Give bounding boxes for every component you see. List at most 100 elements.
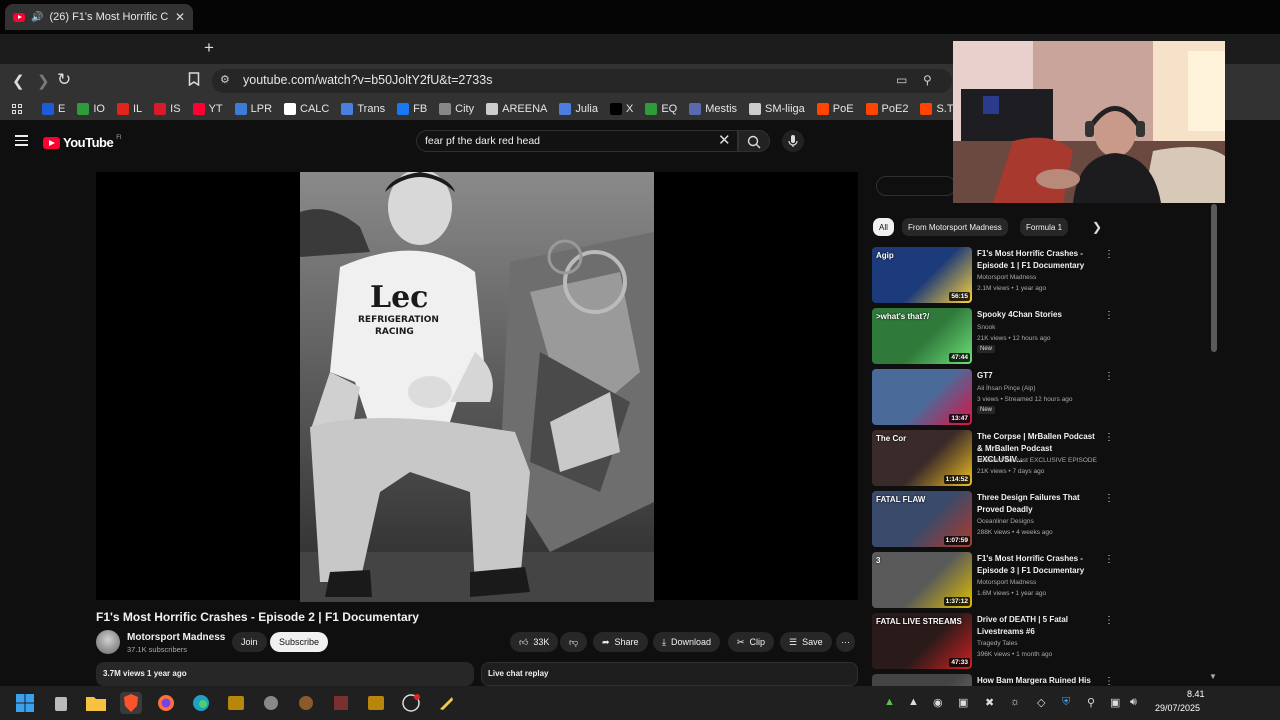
search-button[interactable] [738,130,770,152]
recommendation-channel[interactable]: MrBallen Podcast EXCLUSIVE EPISODE [977,455,1097,466]
reload-icon[interactable]: ↻ [57,70,71,90]
youtube-logo[interactable]: YouTube FI [43,135,122,150]
video-thumbnail[interactable]: The Cor 1:14:52 [872,430,972,486]
recommendation-item[interactable]: 13:47 GT7 Ali İhsan Pinçe (Alp) 3 views • S… [872,369,1114,427]
recommendation-channel[interactable]: Motorsport Madness [977,272,1036,283]
subscribe-button[interactable]: Subscribe [270,632,329,652]
tray-app-icon-4[interactable]: ✖ [985,696,994,709]
scroll-down-arrow-icon[interactable]: ▼ [1209,672,1217,681]
recommendation-channel[interactable]: Snook [977,322,995,333]
video-thumbnail[interactable]: 3 1:37:12 [872,552,972,608]
bookmark-10[interactable]: AREENA [486,103,547,115]
bookmark-7[interactable]: Trans [341,103,385,115]
recommendation-item[interactable]: FATAL LIVE STREAMS 47:33 Drive of DEATH | … [872,613,1114,671]
bookmark-15[interactable]: SM-liiga [749,103,805,115]
video-thumbnail[interactable]: 13:47 [872,369,972,425]
chip-all[interactable]: All [873,218,894,236]
menu-icon[interactable] [15,135,28,149]
bookmark-8[interactable]: FB [397,103,427,115]
video-thumbnail[interactable]: FATAL LIVE STREAMS 47:33 [872,613,972,669]
bookmark-11[interactable]: Julia [559,103,598,115]
bookmark-16[interactable]: PoE [816,103,854,115]
bookmark-13[interactable]: EQ [645,103,677,115]
bookmark-14[interactable]: Mestis [689,103,737,115]
tray-app-icon-5[interactable]: ◇ [1037,696,1045,709]
cast-icon[interactable]: ▭ [896,73,907,87]
file-explorer-icon[interactable] [85,692,107,714]
brave-browser-icon[interactable] [120,692,142,714]
recommendation-title[interactable]: F1's Most Horrific Crashes - Episode 3 |… [977,553,1099,576]
network-icon[interactable]: ▣ [1110,696,1120,709]
chevron-right-icon[interactable]: ❯ [1092,220,1102,234]
video-thumbnail[interactable]: >what's that?/ 47:44 [872,308,972,364]
app-icon-1[interactable] [225,692,247,714]
bookmark-6[interactable]: CALC [284,103,329,115]
tray-mic-icon[interactable]: ⚲ [1087,696,1095,709]
firefox-icon[interactable] [155,692,177,714]
more-actions-button[interactable]: ⋯ [836,632,855,652]
more-options-icon[interactable]: ⋮ [1104,432,1114,443]
more-options-icon[interactable]: ⋮ [1104,554,1114,565]
recommendation-item[interactable]: The Cor 1:14:52 The Corpse | MrBallen Podc… [872,430,1114,488]
recommendation-title[interactable]: How Bam Margera Ruined His [977,675,1099,687]
bookmark-icon[interactable] [188,72,200,89]
recommendation-item[interactable]: 3 1:37:12 F1's Most Horrific Crashes - Epi… [872,552,1114,610]
bookmark-2[interactable]: IL [116,103,142,115]
scrollbar-thumb[interactable] [1211,204,1217,352]
recommendation-title[interactable]: Spooky 4Chan Stories [977,309,1099,321]
tray-shield-icon[interactable]: ⛨ [1062,696,1070,709]
more-options-icon[interactable]: ⋮ [1104,249,1114,260]
forward-icon[interactable]: ❯ [37,72,50,90]
join-button[interactable]: Join [232,632,267,652]
video-thumbnail[interactable]: FATAL FLAW 1:07:59 [872,491,972,547]
recommendation-channel[interactable]: Ali İhsan Pinçe (Alp) [977,383,1036,394]
download-button[interactable]: ⤓ Download [653,632,721,652]
windows-start-icon[interactable] [14,692,36,714]
app-icon-2[interactable] [260,692,282,714]
recommendation-title[interactable]: Three Design Failures That Proved Deadly [977,492,1099,515]
bookmark-4[interactable]: YT [192,103,223,115]
app-icon-4[interactable] [330,692,352,714]
clip-button[interactable]: ✂ Clip [728,632,775,652]
bookmark-12[interactable]: X [609,103,633,115]
recommendation-item[interactable]: FATAL FLAW 1:07:59 Three Design Failures T… [872,491,1114,549]
new-tab-button[interactable]: + [204,38,214,58]
dislike-button[interactable]: 👎︎ [560,632,588,652]
volume-icon[interactable]: 🔊︎ [1130,696,1137,709]
bookmark-17[interactable]: PoE2 [865,103,908,115]
save-button[interactable]: ☰ Save [780,632,832,652]
clear-search-icon[interactable]: ✕ [718,131,731,149]
recommendation-item[interactable]: >what's that?/ 47:44 Spooky 4Chan Stories S… [872,308,1114,366]
more-options-icon[interactable]: ⋮ [1104,615,1114,626]
recommendation-channel[interactable]: Motorsport Madness [977,577,1036,588]
recommendation-title[interactable]: Drive of DEATH | 5 Fatal Livestreams #6 [977,614,1099,637]
recommendation-title[interactable]: F1's Most Horrific Crashes - Episode 1 |… [977,248,1099,271]
steam-icon[interactable] [400,692,422,714]
recommendation-channel[interactable]: Tragedy Tales [977,638,1017,649]
tray-app-icon-1[interactable]: ▲ [908,696,919,708]
back-icon[interactable]: ❮ [12,72,25,90]
apps-grid-icon[interactable] [12,104,22,114]
recommendation-title[interactable]: GT7 [977,370,1099,382]
chip-from-channel[interactable]: From Motorsport Madness [902,218,1008,236]
share-button[interactable]: ➦ Share [593,632,648,652]
speaker-icon[interactable]: 🔊 [31,12,43,23]
recommendation-channel[interactable]: Oceanliner Designs [977,516,1034,527]
clock-time[interactable]: 8.41 [1187,689,1205,699]
chip-formula-1[interactable]: Formula 1 [1020,218,1069,236]
tray-arrow-icon[interactable]: ▲ [884,696,895,708]
close-tab-icon[interactable]: ✕ [175,10,185,24]
chat-toggle-pill[interactable] [876,176,956,196]
more-options-icon[interactable]: ⋮ [1104,310,1114,321]
recycle-icon[interactable] [50,692,72,714]
bookmark-1[interactable]: IO [77,103,105,115]
channel-avatar[interactable] [96,630,120,654]
app-icon-5[interactable] [365,692,387,714]
like-button[interactable]: 👍︎ 33K [510,632,559,652]
tray-steam-icon[interactable]: ☼ [1010,696,1020,708]
zoom-icon[interactable]: ⚲ [923,73,932,87]
app-icon-3[interactable] [295,692,317,714]
browser-tab-active[interactable]: 🔊 (26) F1's Most Horrific Crashe ✕ [5,4,193,30]
channel-name[interactable]: Motorsport Madness [127,632,225,643]
site-settings-icon[interactable]: ⚙ [220,73,230,86]
